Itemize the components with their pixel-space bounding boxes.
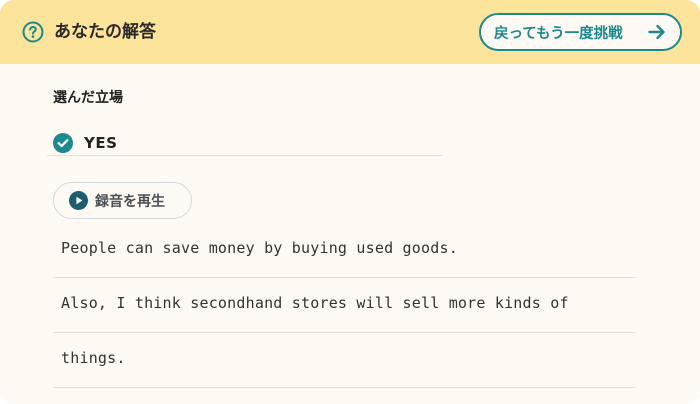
answer-line: things. bbox=[53, 333, 636, 388]
answer-header: あなたの解答 戻ってもう一度挑戦 bbox=[0, 0, 700, 64]
question-circle-icon bbox=[22, 21, 44, 43]
retry-button-label: 戻ってもう一度挑戦 bbox=[494, 25, 623, 42]
play-circle-icon bbox=[69, 191, 88, 210]
play-recording-label: 録音を再生 bbox=[95, 193, 165, 210]
play-recording-button[interactable]: 録音を再生 bbox=[53, 182, 192, 219]
page-title: あなたの解答 bbox=[54, 22, 156, 42]
answer-card: あなたの解答 戻ってもう一度挑戦 選んだ立場 YES 録音を再生 People … bbox=[0, 0, 700, 404]
retry-button[interactable]: 戻ってもう一度挑戦 bbox=[479, 13, 682, 51]
selected-stance: YES bbox=[84, 134, 118, 152]
answer-text: things. bbox=[61, 349, 126, 367]
arrow-right-icon bbox=[648, 24, 665, 40]
answer-text: Also, I think secondhand stores will sel… bbox=[61, 294, 569, 312]
divider bbox=[47, 155, 442, 156]
stance-section-title: 選んだ立場 bbox=[53, 90, 123, 106]
check-circle-icon bbox=[53, 133, 73, 153]
answer-text: People can save money by buying used goo… bbox=[61, 239, 458, 257]
answer-line: People can save money by buying used goo… bbox=[53, 223, 636, 278]
answer-line: Also, I think secondhand stores will sel… bbox=[53, 278, 636, 333]
